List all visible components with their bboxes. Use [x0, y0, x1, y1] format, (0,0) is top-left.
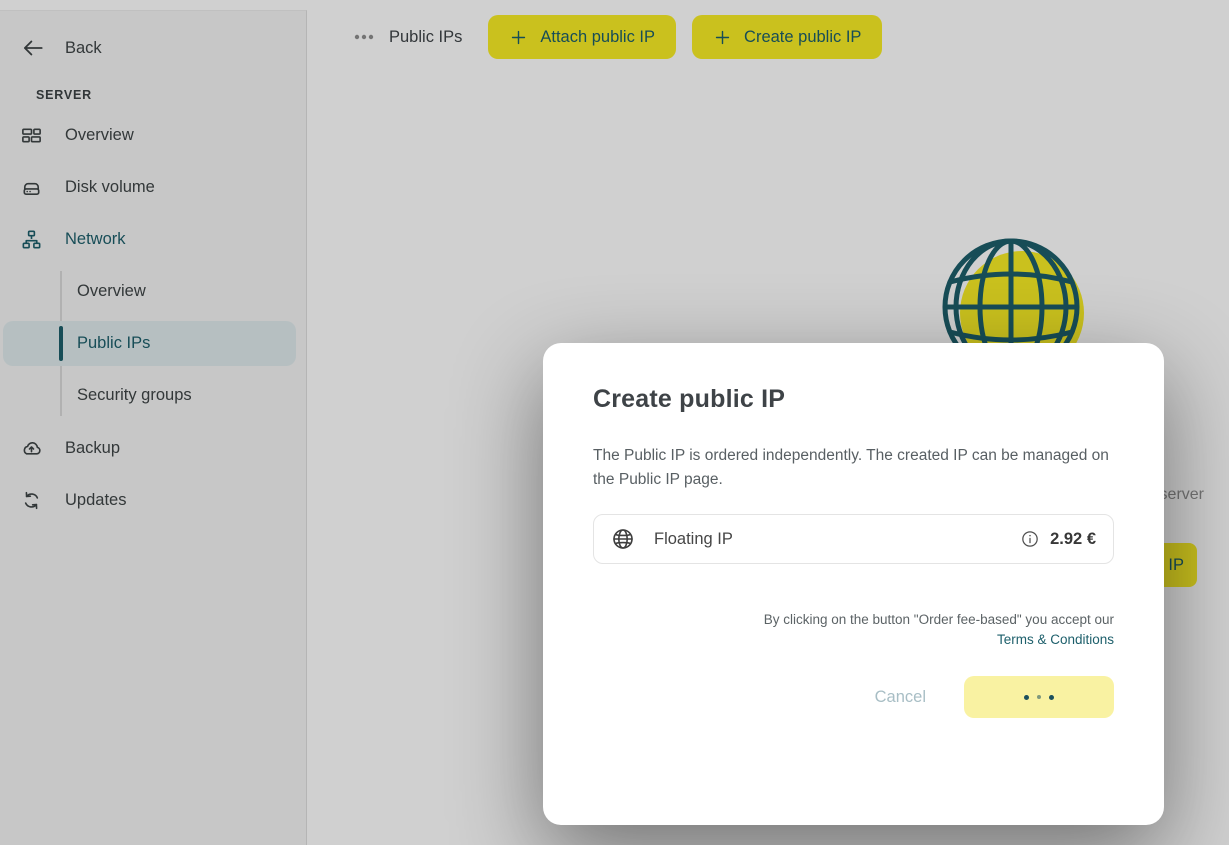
page: Back SERVER Overview Disk volume Network — [0, 0, 1229, 845]
cancel-button[interactable]: Cancel — [875, 688, 926, 707]
modal-description: The Public IP is ordered independently. … — [593, 444, 1114, 492]
option-label: Floating IP — [654, 530, 733, 549]
create-public-ip-modal: Create public IP The Public IP is ordere… — [543, 343, 1164, 825]
order-fee-based-button-loading[interactable] — [964, 676, 1114, 718]
option-price-group: 2.92 € — [1020, 529, 1096, 549]
loading-dot — [1024, 695, 1029, 700]
loading-dot — [1037, 695, 1041, 699]
terms-and-conditions-link[interactable]: Terms & Conditions — [593, 630, 1114, 650]
modal-actions: Cancel — [593, 676, 1114, 718]
loading-dot — [1049, 695, 1054, 700]
option-price: 2.92 € — [1050, 530, 1096, 549]
terms-text: By clicking on the button "Order fee-bas… — [764, 612, 1114, 627]
terms-notice: By clicking on the button "Order fee-bas… — [593, 610, 1114, 650]
info-icon[interactable] — [1020, 529, 1040, 549]
globe-icon — [611, 527, 635, 551]
modal-title: Create public IP — [593, 385, 1114, 414]
floating-ip-option-row[interactable]: Floating IP 2.92 € — [593, 514, 1114, 564]
